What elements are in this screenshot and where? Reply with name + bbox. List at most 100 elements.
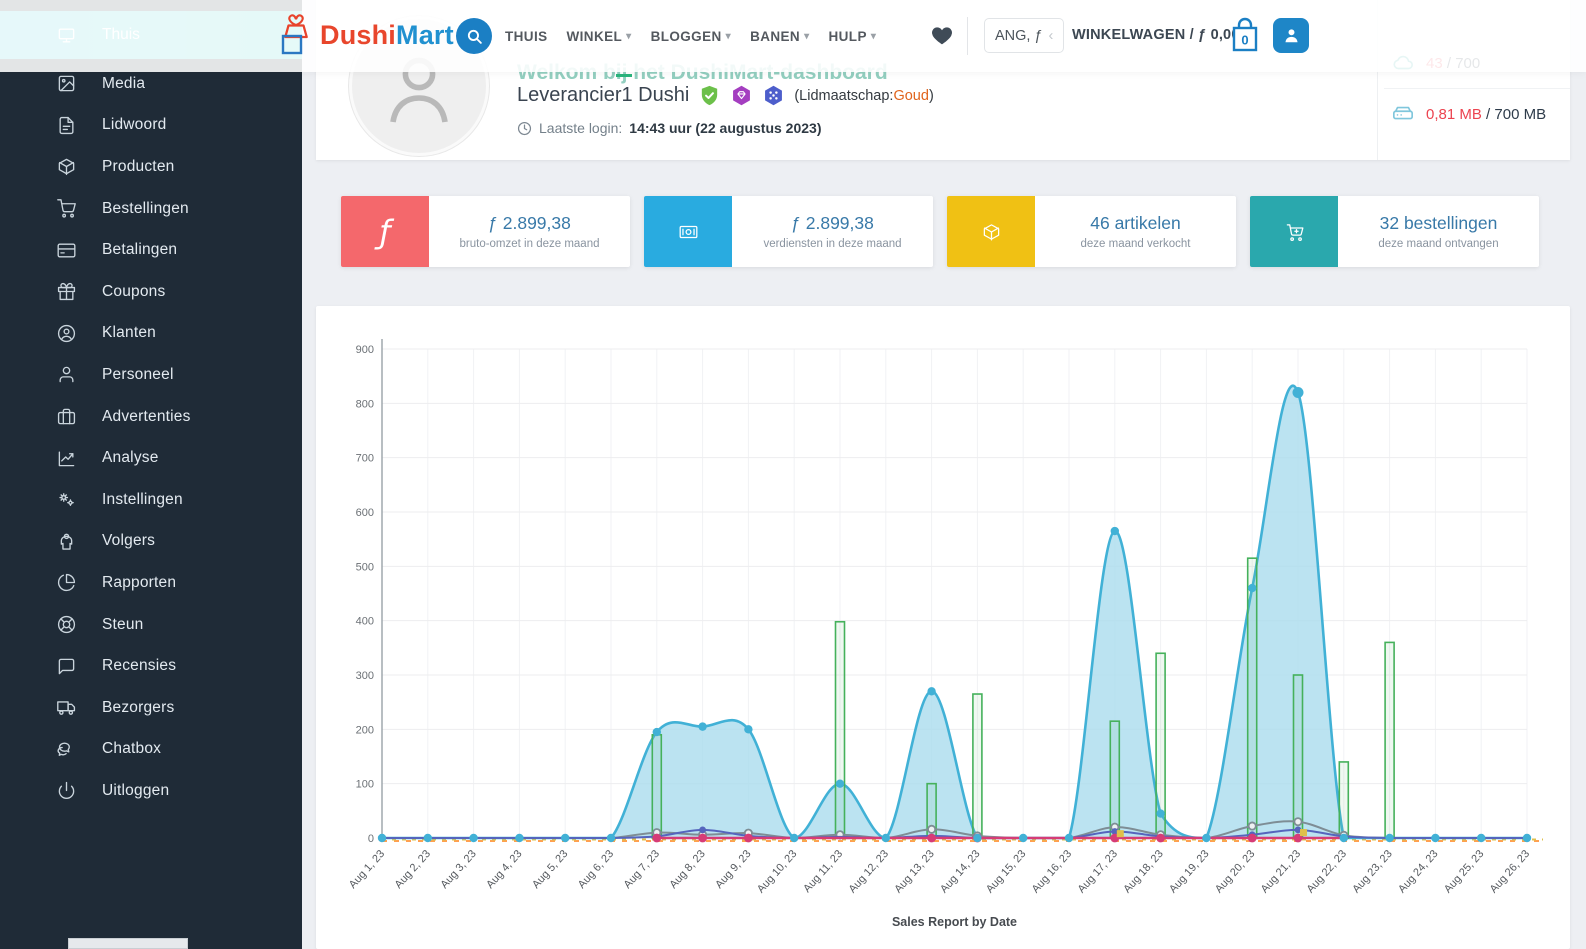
horizontal-scrollbar-thumb[interactable] (68, 938, 188, 949)
cart-button[interactable]: 0 (1228, 16, 1262, 61)
svg-text:Aug 14, 23: Aug 14, 23 (938, 848, 983, 896)
sidebar-item-steun[interactable]: Steun (0, 604, 302, 646)
user-circle-icon (57, 324, 76, 342)
svg-text:900: 900 (356, 344, 374, 356)
brand-name: DushiMart (320, 19, 454, 50)
hard-drive-icon (1393, 106, 1413, 120)
sidebar-item-label: Analyse (102, 449, 159, 467)
sidebar-item-coupons[interactable]: Coupons (0, 271, 302, 313)
last-login-label: Laatste login: (539, 120, 623, 136)
sidebar-item-label: Rapporten (102, 573, 177, 591)
sidebar-item-advertenties[interactable]: Advertenties (0, 396, 302, 438)
membership-level: Goud (893, 87, 929, 104)
top-header: DushiMart THUIS WINKEL ▾ BLOGGEN ▾ BANEN ▾ HULP… (0, 0, 1586, 72)
sidebar: Thuis MediaLidwoordProductenBestellingen… (0, 0, 302, 949)
sidebar-item-label: Bestellingen (102, 199, 189, 217)
sidebar-item-bestellingen[interactable]: Bestellingen (0, 188, 302, 230)
sidebar-item-uitloggen[interactable]: Uitloggen (0, 770, 302, 812)
message-icon (58, 658, 75, 674)
sidebar-item-label: Coupons (102, 282, 166, 300)
nav-item-thuis[interactable]: THUIS (505, 29, 548, 44)
svg-text:Aug 6, 23: Aug 6, 23 (576, 848, 616, 891)
cart-total[interactable]: WINKELWAGEN / ƒ 0,00 (1072, 27, 1240, 43)
nav-item-hulp[interactable]: HULP ▾ (829, 29, 877, 44)
svg-text:Aug 20, 23: Aug 20, 23 (1213, 848, 1258, 896)
currency-label: ANG, ƒ (995, 27, 1043, 44)
search-button[interactable] (456, 18, 492, 54)
sidebar-item-label: Producten (102, 157, 175, 175)
sidebar-item-label: Klanten (102, 324, 156, 342)
sales-report-chart: 0100200300400500600700800900Aug 1, 23 Aug… (347, 339, 1543, 929)
svg-text:Aug 8, 23: Aug 8, 23 (667, 848, 707, 891)
svg-text:Aug 11, 23: Aug 11, 23 (801, 848, 845, 895)
account-button[interactable] (1273, 18, 1309, 53)
sidebar-item-rapporten[interactable]: Rapporten (0, 562, 302, 604)
trend-icon (58, 451, 75, 466)
florin-icon: ƒ (379, 212, 391, 251)
last-login-value: 14:43 uur (22 augustus 2023) (629, 120, 822, 136)
image-icon (58, 75, 75, 92)
user-icon (59, 367, 74, 383)
sidebar-item-recensies[interactable]: Recensies (0, 645, 302, 687)
svg-text:300: 300 (356, 670, 374, 682)
user-icon (1284, 29, 1298, 43)
sidebar-menu: Media Lidwoord Producten Bestellingen Betali… (0, 63, 302, 812)
sidebar-item-instellingen[interactable]: Instellingen (0, 479, 302, 521)
sidebar-item-klanten[interactable]: Klanten (0, 313, 302, 355)
wishlist-button[interactable] (930, 25, 954, 52)
file-icon (59, 116, 74, 134)
cart-count: 0 (1241, 33, 1248, 48)
stat-card-label: deze maand ontvangen (1378, 238, 1499, 250)
svg-text:Aug 1, 23: Aug 1, 23 (347, 848, 387, 891)
header-divider (967, 17, 968, 55)
package-icon (983, 223, 999, 241)
stat-card-4: 32 bestellingen deze maand ontvangen (1250, 196, 1539, 267)
sidebar-item-producten[interactable]: Producten (0, 146, 302, 188)
svg-text:Aug 25, 23: Aug 25, 23 (1442, 848, 1487, 896)
sales-chart-card: 0 100 200 300 400 500 600 700 800 900 Aug 1, 23 Aug… (316, 306, 1570, 949)
chevron-icon: ‹ (1048, 27, 1054, 44)
power-icon (58, 782, 75, 800)
chevron-down-icon: ▾ (804, 30, 810, 42)
sidebar-item-label: Advertenties (102, 407, 191, 425)
stat-card-icon (644, 196, 732, 267)
credit-card-icon (57, 243, 76, 258)
svg-text:Aug 22, 23: Aug 22, 23 (1305, 848, 1350, 896)
svg-text:Aug 26, 23: Aug 26, 23 (1488, 848, 1533, 896)
sidebar-item-analyse[interactable]: Analyse (0, 437, 302, 479)
sidebar-item-label: Lidwoord (102, 116, 167, 134)
chevron-down-icon: ▾ (870, 30, 877, 42)
stat-card-label: verdiensten in deze maand (763, 238, 902, 250)
sidebar-item-bezorgers[interactable]: Bezorgers (0, 687, 302, 729)
banknote-icon (679, 225, 697, 238)
svg-text:600: 600 (356, 507, 374, 519)
svg-text:Aug 19, 23: Aug 19, 23 (1167, 848, 1212, 896)
person-icon (60, 533, 73, 550)
sidebar-item-lidwoord[interactable]: Lidwoord (0, 105, 302, 147)
sidebar-item-label: Media (102, 74, 146, 92)
svg-text:0: 0 (368, 833, 374, 845)
sidebar-item-volgers[interactable]: Volgers (0, 521, 302, 563)
gem-badge-icon (733, 85, 751, 106)
sidebar-item-label: Personeel (102, 365, 174, 383)
svg-text:Aug 13, 23: Aug 13, 23 (892, 848, 937, 896)
sidebar-item-label: Instellingen (102, 490, 183, 508)
nav-item-winkel[interactable]: WINKEL ▾ (567, 29, 632, 44)
nav-item-banen[interactable]: BANEN ▾ (750, 29, 809, 44)
currency-selector[interactable]: ANG, ƒ ‹ (984, 18, 1065, 53)
lifebuoy-icon (57, 615, 76, 634)
nav-item-bloggen[interactable]: BLOGGEN ▾ (651, 29, 731, 44)
heart-icon (931, 27, 953, 45)
chat-icon (57, 742, 70, 756)
sidebar-item-label: Bezorgers (102, 698, 175, 716)
sidebar-item-chatbox[interactable]: Chatbox (0, 729, 302, 771)
sidebar-item-label: Betalingen (102, 241, 178, 259)
sidebar-item-personeel[interactable]: Personeel (0, 354, 302, 396)
svg-text:Aug 24, 23: Aug 24, 23 (1396, 848, 1441, 896)
stat-card-label: bruto-omzet in deze maand (459, 238, 600, 250)
dashboard-page: Thuis MediaLidwoordProductenBestellingen… (0, 0, 1586, 949)
briefcase-icon (57, 408, 76, 425)
brand-logo[interactable]: DushiMart (276, 12, 454, 58)
sidebar-item-label: Volgers (102, 532, 156, 550)
sidebar-item-betalingen[interactable]: Betalingen (0, 229, 302, 271)
